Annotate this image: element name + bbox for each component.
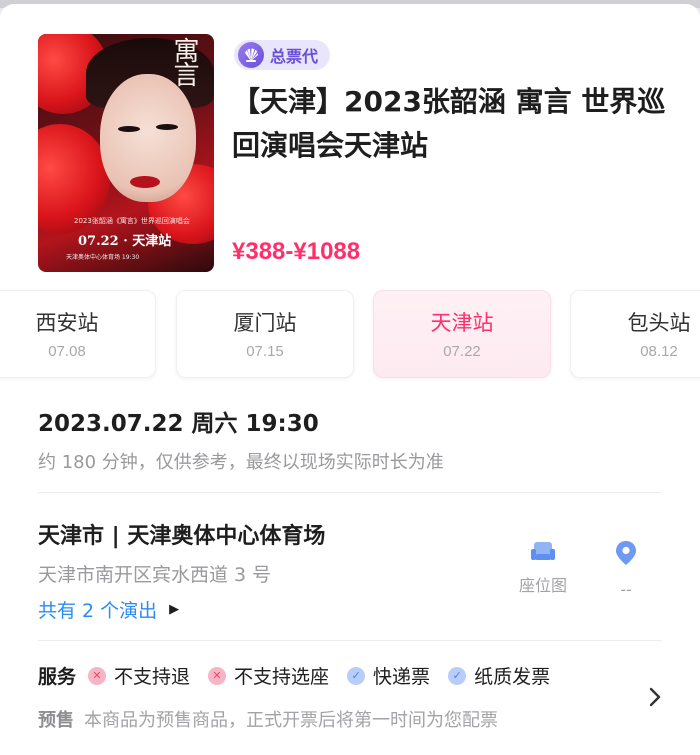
- venue-name: 天津市 | 天津奥体中心体育场: [38, 524, 326, 549]
- service-no-seat-selection: ✕ 不支持选座: [208, 662, 329, 689]
- station-name: 包头站: [627, 311, 691, 335]
- agent-badge: 总票代: [234, 40, 331, 70]
- station-selector: 西安站 07.08 厦门站 07.15 天津站 07.22 包头站 08.12: [0, 290, 700, 380]
- agent-badge-label: 总票代: [270, 49, 319, 66]
- shows-count-link[interactable]: 共有 2 个演出 ▶: [38, 596, 179, 623]
- check-circle-icon: ✓: [448, 666, 467, 685]
- service-text: 纸质发票: [474, 666, 551, 688]
- check-circle-icon: ✓: [347, 666, 366, 685]
- station-name: 天津站: [430, 311, 494, 335]
- seat-map-button[interactable]: 座位图: [510, 540, 576, 596]
- presale-label: 预售: [38, 710, 74, 731]
- station-date: 07.08: [48, 343, 86, 360]
- services-label: 服务: [38, 666, 77, 688]
- station-tab-baotou[interactable]: 包头站 08.12: [570, 290, 700, 378]
- event-detail-card: 寓言 2023张韶涵《寓言》世界巡回演唱会 07.22 · 天津站 天津奥体中心…: [0, 4, 700, 755]
- x-circle-icon: ✕: [208, 666, 227, 685]
- station-date: 07.15: [246, 343, 284, 360]
- service-express-ticket: ✓ 快递票: [347, 662, 430, 689]
- presale-text: 本商品为预售商品，正式开票后将第一时间为您配票: [84, 710, 498, 731]
- station-date: 07.22: [443, 343, 481, 360]
- distance-label: --: [620, 580, 632, 599]
- poster-lips: [130, 176, 160, 188]
- poster-tour-text: 2023张韶涵《寓言》世界巡回演唱会: [74, 217, 190, 225]
- station-date: 08.12: [640, 343, 678, 360]
- station-name: 西安站: [35, 311, 99, 335]
- station-tab-tianjin[interactable]: 天津站 07.22: [373, 290, 551, 378]
- service-text: 快递票: [373, 666, 431, 688]
- poster-footer: 天津奥体中心体育场 19:30: [66, 254, 140, 261]
- x-circle-icon: ✕: [88, 666, 107, 685]
- station-name: 厦门站: [233, 311, 297, 335]
- event-poster[interactable]: 寓言 2023张韶涵《寓言》世界巡回演唱会 07.22 · 天津站 天津奥体中心…: [38, 34, 214, 272]
- service-text: 不支持选座: [234, 666, 330, 688]
- location-pin-icon: [600, 540, 652, 570]
- show-datetime: 2023.07.22 周六 19:30: [38, 411, 319, 437]
- service-no-refund: ✕ 不支持退: [88, 662, 190, 689]
- fan-logo-icon: [238, 42, 264, 68]
- station-tab-xiamen[interactable]: 厦门站 07.15: [176, 290, 354, 378]
- service-text: 不支持退: [114, 666, 191, 688]
- shows-count-label: 共有 2 个演出: [38, 600, 158, 622]
- poster-date: 07.22 · 天津站: [78, 234, 172, 249]
- event-title: 【天津】2023张韶涵 寓言 世界巡回演唱会天津站: [232, 85, 666, 162]
- service-paper-invoice: ✓ 纸质发票: [448, 662, 550, 689]
- poster-eye: [156, 124, 178, 130]
- divider: [38, 640, 662, 641]
- divider: [38, 492, 662, 493]
- price-range: ¥388-¥1088: [232, 238, 361, 265]
- services-row[interactable]: 服务 ✕ 不支持退 ✕ 不支持选座 ✓ 快递票 ✓ 纸质发票: [38, 662, 568, 689]
- play-arrow-icon: ▶: [169, 602, 180, 617]
- station-tab-xian[interactable]: 西安站 07.08: [0, 290, 156, 378]
- chevron-right-icon[interactable]: [648, 686, 662, 712]
- presale-note: 预售 本商品为预售商品，正式开票后将第一时间为您配票: [38, 706, 498, 732]
- venue-address: 天津市南开区宾水西道 3 号: [38, 564, 272, 586]
- seat-map-label: 座位图: [518, 576, 567, 595]
- poster-eye: [118, 126, 140, 132]
- seat-icon: [531, 540, 555, 562]
- venue-location-button[interactable]: --: [600, 540, 652, 599]
- poster-title: 寓言: [173, 37, 201, 91]
- duration-note: 约 180 分钟，仅供参考，最终以现场实际时长为准: [38, 452, 444, 473]
